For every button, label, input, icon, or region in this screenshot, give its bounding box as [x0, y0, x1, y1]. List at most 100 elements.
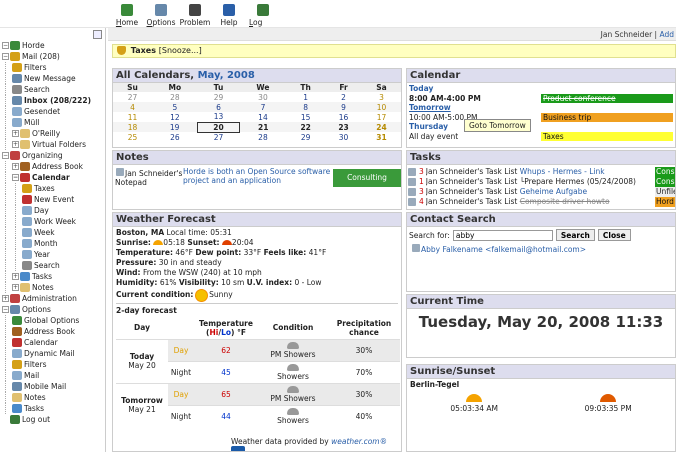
task-row[interactable]: 1 Jan Schneider's Task List └Prepare Herm…: [407, 177, 675, 187]
calendar-day[interactable]: 8: [286, 102, 325, 112]
calendar-day[interactable]: 15: [287, 112, 325, 122]
snooze-link[interactable]: [Snooze...]: [159, 46, 202, 55]
today-event-title[interactable]: Product conference: [541, 93, 673, 103]
calendar-day[interactable]: 29: [287, 132, 325, 142]
sidebar-item-calendar[interactable]: − Calendar: [2, 172, 105, 183]
task-row[interactable]: 3 Jan Schneider's Task List Geheime Aufga…: [407, 187, 675, 197]
sidebar-item-inbox-208-222[interactable]: Inbox (208/222): [2, 95, 105, 106]
calendar-day[interactable]: 19: [151, 122, 198, 132]
sidebar-item-week[interactable]: Week: [2, 227, 105, 238]
calendar-day[interactable]: 18: [113, 122, 152, 132]
sidebar-item-new-message[interactable]: New Message: [2, 73, 105, 84]
tomorrow-event[interactable]: 10:00 AM-5:00 PM Business trip: [409, 112, 673, 122]
sidebar-item-taxes[interactable]: Taxes: [2, 183, 105, 194]
sidebar-item-calendar[interactable]: Calendar: [2, 337, 105, 348]
calendar-day[interactable]: 16: [325, 112, 363, 122]
contact-close-button[interactable]: Close: [597, 229, 631, 241]
add-link[interactable]: Add: [659, 30, 674, 39]
sidebar-item-year[interactable]: Year: [2, 249, 105, 260]
calendar-day[interactable]: 9: [324, 102, 363, 112]
calendar-day[interactable]: 29: [198, 92, 239, 102]
sidebar-item-search[interactable]: Search: [2, 260, 105, 271]
sidebar-item-search[interactable]: Search: [2, 84, 105, 95]
calendar-day[interactable]: 27: [113, 92, 152, 102]
calendar-day[interactable]: 30: [325, 132, 363, 142]
calendar-day[interactable]: 23: [324, 122, 363, 132]
calendar-day[interactable]: 7: [239, 102, 287, 112]
sidebar-item-tasks[interactable]: Tasks: [2, 403, 105, 414]
note-row[interactable]: Jan Schneider's Notepad Horde is both an…: [113, 167, 401, 187]
calendar-day[interactable]: 21: [239, 122, 287, 132]
calendar-day[interactable]: 13: [198, 112, 239, 122]
sidebar-item-mail[interactable]: Mail: [2, 370, 105, 381]
sidebar-item-address-book[interactable]: Address Book: [2, 326, 105, 337]
sidebar-item-work-week[interactable]: Work Week: [2, 216, 105, 227]
collapse-icon[interactable]: −: [2, 53, 9, 60]
sidebar-item-address-book[interactable]: + Address Book: [2, 161, 105, 172]
calendar-day[interactable]: 11: [113, 112, 152, 122]
task-name[interactable]: Whups - Hermes - Link: [520, 167, 605, 176]
sidebar-item-filters[interactable]: Filters: [2, 62, 105, 73]
today-event[interactable]: 8:00 AM-4:00 PM Product conference: [409, 93, 673, 103]
sidebar-item-organizing[interactable]: − Organizing: [2, 150, 105, 161]
contact-result[interactable]: Abby Falkename <falkemail@hotmail.com>: [407, 243, 675, 254]
sidebar-collapse-toggle[interactable]: [93, 30, 102, 39]
calendar-day[interactable]: 25: [113, 132, 152, 142]
sidebar-item-filters[interactable]: Filters: [2, 359, 105, 370]
sidebar-item-horde[interactable]: − Horde: [2, 40, 105, 51]
task-subtask[interactable]: └Prepare Hermes (05/24/2008): [520, 177, 636, 186]
sidebar-item-virtual-folders[interactable]: + Virtual Folders: [2, 139, 105, 150]
calendar-day[interactable]: 28: [152, 92, 198, 102]
calendar-day[interactable]: 1: [287, 92, 325, 102]
task-title[interactable]: Jan Schneider's Task List Composite driv…: [426, 197, 655, 207]
alarm-title[interactable]: Taxes: [131, 46, 156, 55]
credit-link[interactable]: weather.com®: [331, 437, 387, 446]
calendar-day[interactable]: 17: [362, 112, 400, 122]
sidebar-item-options[interactable]: − Options: [2, 304, 105, 315]
collapse-icon[interactable]: −: [2, 306, 9, 313]
sidebar-item-mobile-mail[interactable]: Mobile Mail: [2, 381, 105, 392]
thursday-label[interactable]: Thursday: [409, 122, 673, 132]
calendar-day[interactable]: 14: [239, 112, 286, 122]
contact-search-button[interactable]: Search: [555, 229, 595, 241]
sidebar-item-notes[interactable]: Notes: [2, 392, 105, 403]
task-row[interactable]: 3 Jan Schneider's Task List Whups - Herme…: [407, 167, 675, 177]
expand-icon[interactable]: +: [2, 295, 9, 302]
thursday-event-title[interactable]: Taxes: [541, 131, 673, 141]
calendar-day[interactable]: 22: [286, 122, 325, 132]
thursday-event[interactable]: All day event Taxes: [409, 131, 673, 141]
sidebar-item-log-out[interactable]: Log out: [2, 414, 105, 425]
calendar-day[interactable]: 4: [113, 102, 152, 112]
calendar-day[interactable]: 31: [362, 132, 400, 142]
expand-icon[interactable]: +: [12, 163, 19, 170]
calendar-day[interactable]: 6: [197, 102, 240, 112]
tomorrow-label[interactable]: Tomorrow: [409, 103, 673, 113]
calendar-day[interactable]: 24: [362, 122, 401, 132]
sidebar-item-mail-208[interactable]: − Mail (208): [2, 51, 105, 62]
contact-result-text[interactable]: Abby Falkename <falkemail@hotmail.com>: [421, 245, 586, 254]
sidebar-item-new-event[interactable]: New Event: [2, 194, 105, 205]
task-name[interactable]: Geheime Aufgabe: [520, 187, 587, 196]
tomorrow-event-title[interactable]: Business trip: [541, 112, 673, 122]
calendar-day[interactable]: 5: [151, 102, 198, 112]
calendar-day[interactable]: 27: [198, 132, 239, 142]
calendar-day[interactable]: 10: [362, 102, 401, 112]
expand-icon[interactable]: +: [12, 130, 19, 137]
sidebar-item-month[interactable]: Month: [2, 238, 105, 249]
calendar-day[interactable]: 26: [152, 132, 198, 142]
sidebar-item-m-ll[interactable]: Müll: [2, 117, 105, 128]
note-text[interactable]: Horde is both an Open Source software pr…: [183, 167, 333, 187]
collapse-icon[interactable]: −: [2, 42, 9, 49]
contact-search-input[interactable]: [452, 229, 553, 241]
sidebar-item-day[interactable]: Day: [2, 205, 105, 216]
calendar-month-link[interactable]: May, 2008: [198, 70, 255, 81]
task-name[interactable]: Composite driver howto: [520, 197, 610, 206]
task-row[interactable]: 4 Jan Schneider's Task List Composite dri…: [407, 197, 675, 207]
calendar-day[interactable]: 20: [197, 121, 240, 133]
sidebar-item-dynamic-mail[interactable]: Dynamic Mail: [2, 348, 105, 359]
collapse-icon[interactable]: −: [2, 152, 9, 159]
task-title[interactable]: Jan Schneider's Task List └Prepare Herme…: [426, 177, 655, 187]
sidebar-item-tasks[interactable]: + Tasks: [2, 271, 105, 282]
sidebar-item-global-options[interactable]: Global Options: [2, 315, 105, 326]
expand-icon[interactable]: +: [12, 284, 19, 291]
